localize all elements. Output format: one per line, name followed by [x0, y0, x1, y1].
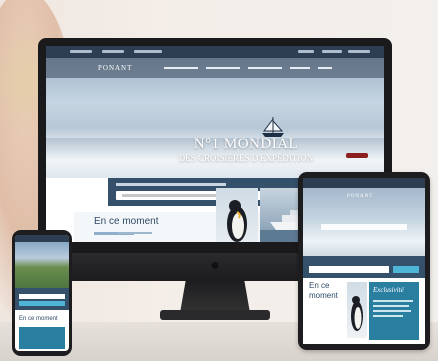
contact-link[interactable]: [348, 50, 370, 53]
utility-link[interactable]: [134, 50, 162, 53]
phone-screen: En ce moment: [15, 235, 69, 351]
phone-offer-card[interactable]: [19, 327, 65, 349]
account-link[interactable]: [322, 50, 342, 53]
tablet-ponant-logo[interactable]: PONANT: [347, 194, 373, 199]
phone-top-bar: [15, 235, 69, 242]
tablet-top-bar: [303, 178, 425, 188]
hero-subtitle: DES CROISIÈRES D'EXPÉDITION: [178, 153, 314, 163]
tablet-device: PONANT En ce moment Exclusivité: [298, 172, 430, 350]
penguin-icon: [227, 200, 247, 242]
tablet-exclusive-card[interactable]: Exclusivité: [369, 282, 419, 340]
card-text: [373, 305, 409, 307]
tablet-screen: PONANT En ce moment Exclusivité: [303, 178, 425, 344]
utility-link[interactable]: [102, 50, 124, 53]
card-title: Exclusivité: [373, 286, 404, 294]
phone-search-input[interactable]: [19, 294, 65, 299]
monitor-base: [160, 310, 270, 320]
apple-logo-icon: ●: [210, 257, 220, 274]
expedition-boat: [346, 153, 368, 158]
tablet-search-input[interactable]: [309, 266, 389, 273]
nav-item[interactable]: [290, 67, 310, 69]
penguin-card[interactable]: [216, 188, 258, 242]
section-title: En ce moment: [94, 216, 159, 227]
phone-hero-banner: [15, 242, 69, 288]
smartphone-device: En ce moment: [12, 230, 72, 356]
tablet-search-button[interactable]: [393, 266, 419, 273]
nav-item[interactable]: [318, 67, 332, 69]
tablet-hero-banner: PONANT: [303, 188, 425, 256]
card-text: [373, 300, 413, 302]
top-utility-bar: [46, 46, 384, 58]
phone-section-title: En ce moment: [19, 316, 58, 322]
penguin-icon: [351, 296, 363, 331]
monitor-stand: [180, 281, 250, 313]
utility-link[interactable]: [70, 50, 92, 53]
card-text: [373, 310, 411, 312]
search-prompt: [116, 183, 226, 186]
tablet-search-panel: [303, 256, 425, 278]
main-navigation: PONANT: [46, 58, 384, 78]
utility-link[interactable]: [298, 50, 314, 53]
nav-item[interactable]: [248, 67, 282, 69]
hero-title: N°1 MONDIAL: [193, 136, 299, 152]
card-text: [373, 315, 403, 317]
offer-text: [118, 232, 152, 234]
phone-search-button[interactable]: [19, 301, 65, 306]
hero-banner: PONANT N°1 MONDIAL DES CROISIÈRES D'EXPÉ…: [46, 58, 384, 178]
tablet-section-title: En ce moment: [309, 281, 338, 300]
phone-search-panel: [15, 288, 69, 310]
tablet-penguin-card[interactable]: [347, 282, 367, 338]
nav-item[interactable]: [206, 67, 240, 69]
marketing-scene: PONANT N°1 MONDIAL DES CROISIÈRES D'EXPÉ…: [0, 0, 438, 361]
ponant-logo[interactable]: PONANT: [98, 63, 132, 73]
nav-item[interactable]: [164, 67, 198, 69]
tablet-hero-title: [321, 224, 407, 230]
